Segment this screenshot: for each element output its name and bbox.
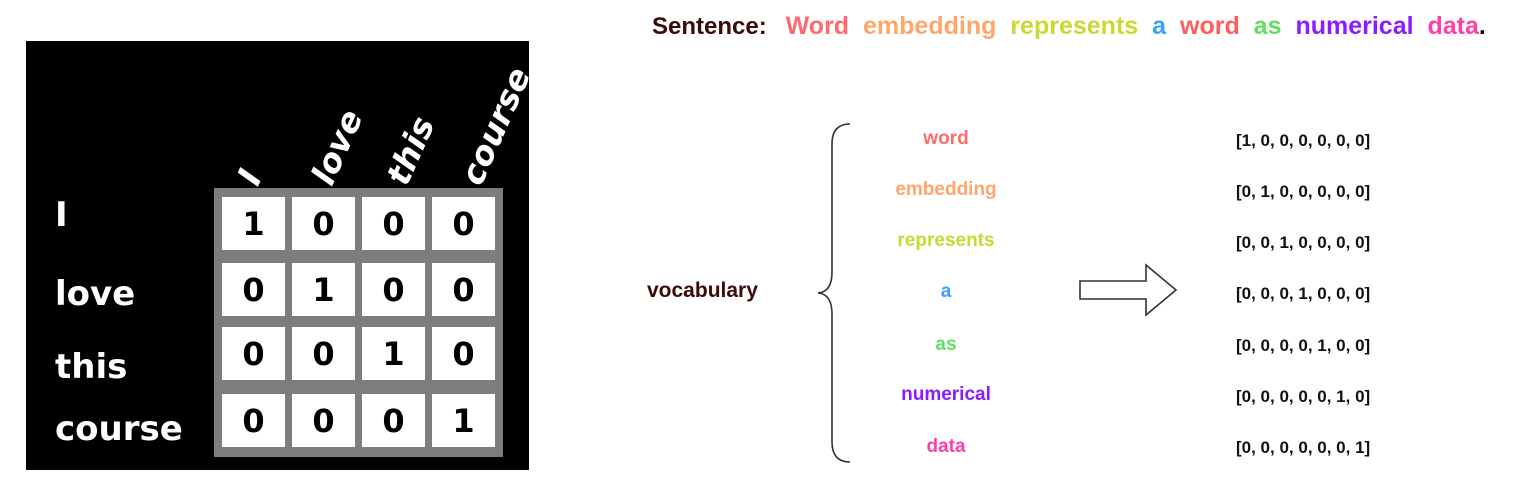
vocabulary-word: embedding bbox=[895, 179, 997, 200]
sentence-word: as bbox=[1253, 12, 1282, 40]
sentence-period: . bbox=[1478, 12, 1486, 40]
vocabulary-word: numerical bbox=[901, 384, 991, 405]
one-hot-vector: [0, 0, 0, 1, 0, 0, 0] bbox=[1236, 284, 1371, 303]
one-hot-vector: [0, 1, 0, 0, 0, 0, 0] bbox=[1236, 182, 1371, 201]
vocabulary-word: data bbox=[926, 436, 966, 457]
matrix-cell: 1 bbox=[362, 327, 425, 380]
matrix-grid: 1 0 0 0 0 1 0 0 0 0 1 0 0 0 0 1 bbox=[214, 188, 503, 457]
vocabulary-label: vocabulary bbox=[647, 279, 758, 302]
sentence-word: a bbox=[1152, 12, 1167, 40]
row-label-course: course bbox=[55, 409, 183, 449]
row-label-this: this bbox=[55, 347, 128, 387]
matrix-cell: 0 bbox=[362, 197, 425, 250]
column-header-love: love bbox=[303, 103, 371, 191]
sentence-word: represents bbox=[1010, 12, 1139, 40]
sentence-word: data bbox=[1427, 12, 1479, 40]
row-label-love: love bbox=[55, 274, 136, 314]
sentence-label: Sentence: bbox=[652, 13, 767, 40]
matrix-cell: 0 bbox=[292, 394, 355, 447]
column-header-course: course bbox=[452, 61, 539, 191]
one-hot-vector: [0, 0, 0, 0, 0, 1, 0] bbox=[1236, 387, 1371, 406]
matrix-cell: 0 bbox=[292, 197, 355, 250]
matrix-cell: 1 bbox=[432, 394, 495, 447]
vocabulary-word: a bbox=[940, 281, 952, 302]
vocabulary-word: as bbox=[935, 334, 957, 355]
sentence-word: numerical bbox=[1295, 12, 1414, 40]
matrix-cell: 0 bbox=[432, 327, 495, 380]
matrix-cell: 1 bbox=[222, 197, 285, 250]
one-hot-vector: [0, 0, 1, 0, 0, 0, 0] bbox=[1236, 233, 1371, 252]
sentence-word: embedding bbox=[863, 12, 997, 40]
matrix-cell: 0 bbox=[362, 263, 425, 316]
matrix-cell: 1 bbox=[292, 263, 355, 316]
matrix-cell: 0 bbox=[222, 394, 285, 447]
column-header-this: this bbox=[378, 110, 443, 191]
matrix-cell: 0 bbox=[432, 263, 495, 316]
row-label-i: I bbox=[55, 195, 68, 235]
sentence-word: Word bbox=[785, 12, 850, 40]
matrix-cell: 0 bbox=[432, 197, 495, 250]
vocabulary-word: word bbox=[923, 128, 969, 149]
matrix-cell: 0 bbox=[362, 394, 425, 447]
matrix-cell: 0 bbox=[292, 327, 355, 380]
one-hot-vector: [0, 0, 0, 0, 1, 0, 0] bbox=[1236, 336, 1371, 355]
sentence-line: Sentence: Word embedding represents a wo… bbox=[652, 12, 1493, 41]
column-header-i: I bbox=[229, 163, 270, 191]
one-hot-vector: [1, 0, 0, 0, 0, 0, 0] bbox=[1236, 131, 1371, 150]
right-arrow-icon bbox=[1079, 263, 1178, 317]
one-hot-vector: [0, 0, 0, 0, 0, 0, 1] bbox=[1236, 438, 1371, 457]
matrix-cell: 0 bbox=[222, 327, 285, 380]
matrix-cell: 0 bbox=[222, 263, 285, 316]
one-hot-matrix-panel: I love this course I love this course 1 … bbox=[26, 41, 538, 470]
sentence-word: word bbox=[1180, 12, 1240, 40]
vocabulary-word: represents bbox=[897, 230, 995, 251]
